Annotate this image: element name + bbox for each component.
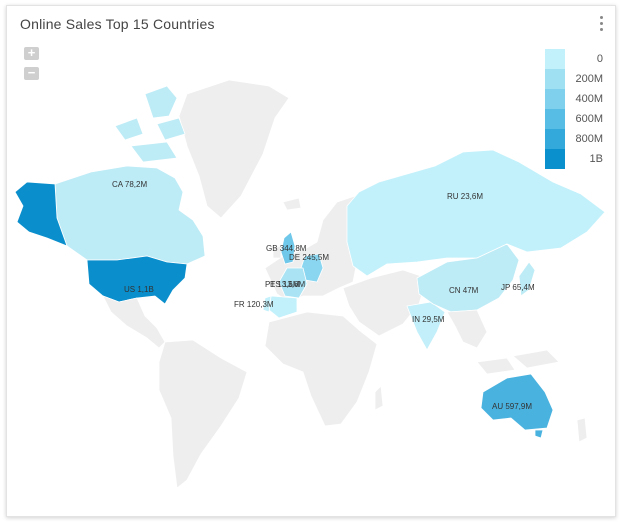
country-label-de: DE 245,5M [289,253,329,262]
legend-item: 200M [545,69,615,89]
country-label-cn: CN 47M [449,286,479,295]
legend-item: 800M [545,129,615,149]
legend-swatch [545,69,565,89]
country-label-ca: CA 78,2M [112,180,147,189]
country-new-zealand[interactable] [576,417,588,443]
legend-label: 200M [575,73,603,85]
country-label-gb: GB 344,8M [266,244,307,253]
continent-africa[interactable] [264,311,378,427]
country-label-fr: FR 120,3M [234,300,274,309]
country-label-us: US 1,1B [124,285,154,294]
country-label-jp: JP 65,4M [501,283,535,292]
world-map: US 1,1B AU 597,9M GB 344,8MDE 245,5M FR 120… [14,79,606,489]
legend-label: 400M [575,93,603,105]
country-iceland[interactable] [282,197,302,211]
country-greenland[interactable] [178,79,290,219]
legend-swatch [545,89,565,109]
legend-swatch [545,149,565,169]
country-india[interactable] [406,301,446,351]
legend-item: 600M [545,109,615,129]
country-usa[interactable] [86,255,188,305]
legend-label: 1B [589,153,603,165]
legend-label: 600M [575,113,603,125]
legend-item: 400M [545,89,615,109]
country-label-es: ES 13,6M [270,280,305,289]
legend-item: 0 [545,49,615,69]
region-southeast-asia[interactable] [446,309,560,375]
country-mexico[interactable] [102,295,166,349]
legend-label: 0 [596,53,603,65]
legend-label: 800M [575,133,603,145]
country-canada-islands[interactable] [114,85,186,163]
country-label-in: IN 29,5M [412,315,445,324]
legend-item: 1B [545,149,615,169]
country-label-ru: RU 23,6M [447,192,483,201]
map-card: Online Sales Top 15 Countries + − US 1,1… [6,5,616,517]
country-label-au: AU 597,9M [492,402,532,411]
legend-swatch [545,49,565,69]
country-madagascar[interactable] [374,385,384,411]
continent-south-america[interactable] [158,339,248,489]
legend-swatch [545,129,565,149]
legend-swatch [545,109,565,129]
